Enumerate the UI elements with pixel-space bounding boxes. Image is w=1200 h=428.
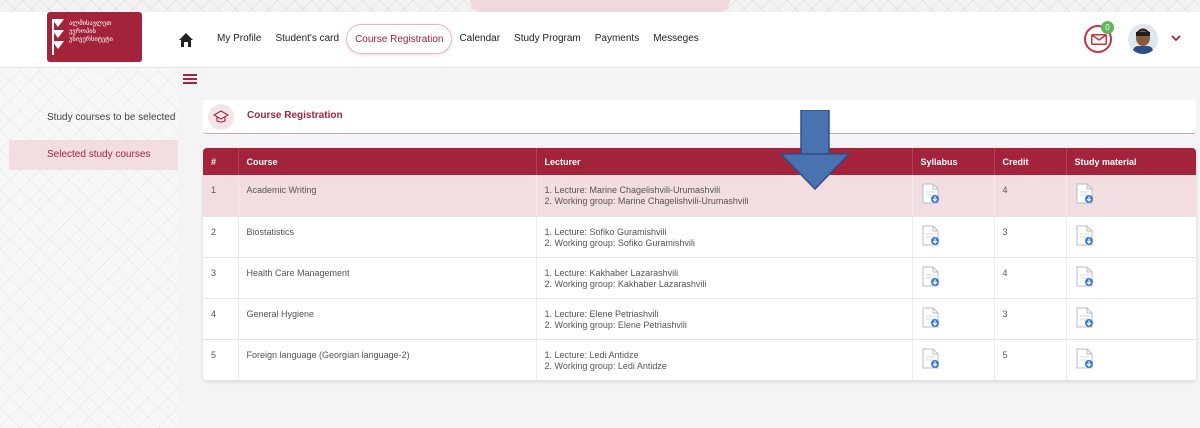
working-group-line: 2. Working group: Elene Petriashvili	[544, 319, 687, 330]
row-number: 3	[203, 257, 239, 299]
nav-payments[interactable]: Payments	[588, 24, 646, 54]
course-name: Foreign language (Georgian language-2)	[238, 339, 537, 381]
working-group-line: 2. Working group: Sofiko Guramishvili	[544, 237, 695, 248]
row-number: 1	[203, 175, 239, 217]
working-group-line: 2. Working group: Kakhaber Lazarashvili	[544, 278, 707, 289]
document-download-icon	[1076, 307, 1093, 327]
university-logo[interactable]: ალმისავლეთ ევროპის უნივერსიტეტი	[47, 12, 142, 62]
credit-value: 3	[994, 216, 1067, 258]
sidebar-item-to-be-selected[interactable]: Study courses to be selected	[9, 103, 178, 133]
credit-value: 3	[994, 298, 1067, 340]
nav-messages[interactable]: Messeges	[646, 24, 706, 54]
nav-calendar[interactable]: Calendar	[452, 24, 507, 54]
study-material-download[interactable]	[1066, 216, 1196, 258]
logo-line: ალმისავლეთ	[69, 19, 112, 27]
table-row[interactable]: 2 Biostatistics 1. Lecture: Sofiko Guramis…	[203, 216, 1196, 258]
lecturer-cell: 1. Lecture: Marine Chagelishvili-Urumash…	[536, 175, 913, 217]
top-tab-decoration	[470, 0, 730, 12]
logo-text: ალმისავლეთ ევროპის უნივერსიტეტი	[69, 19, 113, 43]
course-name: Health Care Management	[238, 257, 537, 299]
course-name: Biostatistics	[238, 216, 537, 258]
working-group-line: 2. Working group: Ledi Antidze	[544, 360, 667, 371]
nav-study-program[interactable]: Study Program	[507, 24, 588, 54]
working-group-line: 2. Working group: Marine Chagelishvili-U…	[544, 196, 749, 206]
hamburger-menu-icon[interactable]	[183, 73, 197, 85]
syllabus-download[interactable]	[912, 298, 995, 340]
document-download-icon	[922, 348, 939, 368]
lecturer-cell: 1. Lecture: Elene Petriashvili 2. Working…	[536, 298, 913, 340]
study-material-download[interactable]	[1066, 298, 1196, 340]
column-header-course: Course	[238, 148, 537, 175]
row-number: 4	[203, 298, 239, 340]
table-row[interactable]: 4 General Hygiene 1. Lecture: Elene Petria…	[203, 298, 1196, 340]
down-arrow-annotation	[779, 110, 851, 190]
lecturer-cell: 1. Lecture: Ledi Antidze 2. Working group…	[536, 339, 913, 381]
lecture-line: 1. Lecture: Marine Chagelishvili-Urumash…	[544, 185, 721, 195]
table-row[interactable]: 3 Health Care Management 1. Lecture: Kakha…	[203, 257, 1196, 299]
credit-value: 4	[994, 175, 1067, 217]
column-header-credit: Credit	[994, 148, 1067, 175]
top-header: ალმისავლეთ ევროპის უნივერსიტეტი My Profi…	[0, 12, 1200, 68]
column-header-lecturer: Lecturer	[536, 148, 913, 175]
nav-course-registration[interactable]: Course Registration	[346, 24, 453, 54]
avatar-icon	[1128, 24, 1158, 54]
home-icon[interactable]	[178, 32, 194, 48]
lecturer-cell: 1. Lecture: Kakhaber Lazarashvili 2. Work…	[536, 257, 913, 299]
main-nav: My Profile Student's card Course Registr…	[210, 24, 706, 54]
syllabus-download[interactable]	[912, 175, 995, 217]
graduation-cap-badge	[208, 104, 234, 130]
nav-my-profile[interactable]: My Profile	[210, 24, 268, 54]
syllabus-download[interactable]	[912, 257, 995, 299]
graduation-cap-icon	[213, 110, 229, 123]
course-name: Academic Writing	[238, 175, 537, 217]
mail-count-badge: 0	[1101, 21, 1114, 34]
logo-emblem-icon	[52, 19, 64, 55]
lecturer-cell: 1. Lecture: Sofiko Guramishvili 2. Workin…	[536, 216, 913, 258]
column-header-study-material: Study material	[1066, 148, 1196, 175]
sidebar-item-selected-courses[interactable]: Selected study courses	[9, 140, 178, 170]
document-download-icon	[922, 183, 939, 204]
study-material-download[interactable]	[1066, 175, 1196, 217]
column-header-number: #	[203, 148, 239, 175]
column-header-syllabus: Syllabus	[912, 148, 995, 175]
syllabus-download[interactable]	[912, 339, 995, 381]
document-download-icon	[1076, 348, 1093, 368]
chevron-down-icon[interactable]	[1171, 35, 1181, 42]
lecture-line: 1. Lecture: Kakhaber Lazarashvili	[544, 267, 679, 278]
row-number: 5	[203, 339, 239, 381]
document-download-icon	[922, 225, 939, 245]
document-download-icon	[1076, 225, 1093, 245]
credit-value: 5	[994, 339, 1067, 381]
study-material-download[interactable]	[1066, 339, 1196, 381]
lecture-line: 1. Lecture: Sofiko Guramishvili	[544, 226, 667, 237]
lecture-line: 1. Lecture: Ledi Antidze	[544, 349, 639, 360]
courses-table: # Course Lecturer Syllabus Credit Study …	[203, 148, 1196, 381]
document-download-icon	[1076, 266, 1093, 286]
syllabus-download[interactable]	[912, 216, 995, 258]
credit-value: 4	[994, 257, 1067, 299]
lecture-line: 1. Lecture: Elene Petriashvili	[544, 308, 659, 319]
document-download-icon	[922, 307, 939, 327]
messages-button[interactable]: 0	[1084, 21, 1114, 53]
table-row[interactable]: 5 Foreign language (Georgian language-2) 1…	[203, 339, 1196, 381]
table-header-row: # Course Lecturer Syllabus Credit Study …	[203, 148, 1196, 175]
document-download-icon	[922, 266, 939, 286]
mail-icon	[1091, 34, 1107, 45]
course-name: General Hygiene	[238, 298, 537, 340]
document-download-icon	[1076, 183, 1093, 204]
study-material-download[interactable]	[1066, 257, 1196, 299]
nav-students-card[interactable]: Student's card	[268, 24, 346, 54]
table-row[interactable]: 1 Academic Writing 1. Lecture: Marine Chag…	[203, 175, 1196, 217]
row-number: 2	[203, 216, 239, 258]
logo-line: უნივერსიტეტი	[69, 35, 113, 43]
page-header: Course Registration	[203, 100, 1196, 134]
user-avatar[interactable]	[1128, 24, 1158, 54]
logo-line: ევროპის	[69, 27, 96, 35]
page-title: Course Registration	[247, 110, 343, 121]
